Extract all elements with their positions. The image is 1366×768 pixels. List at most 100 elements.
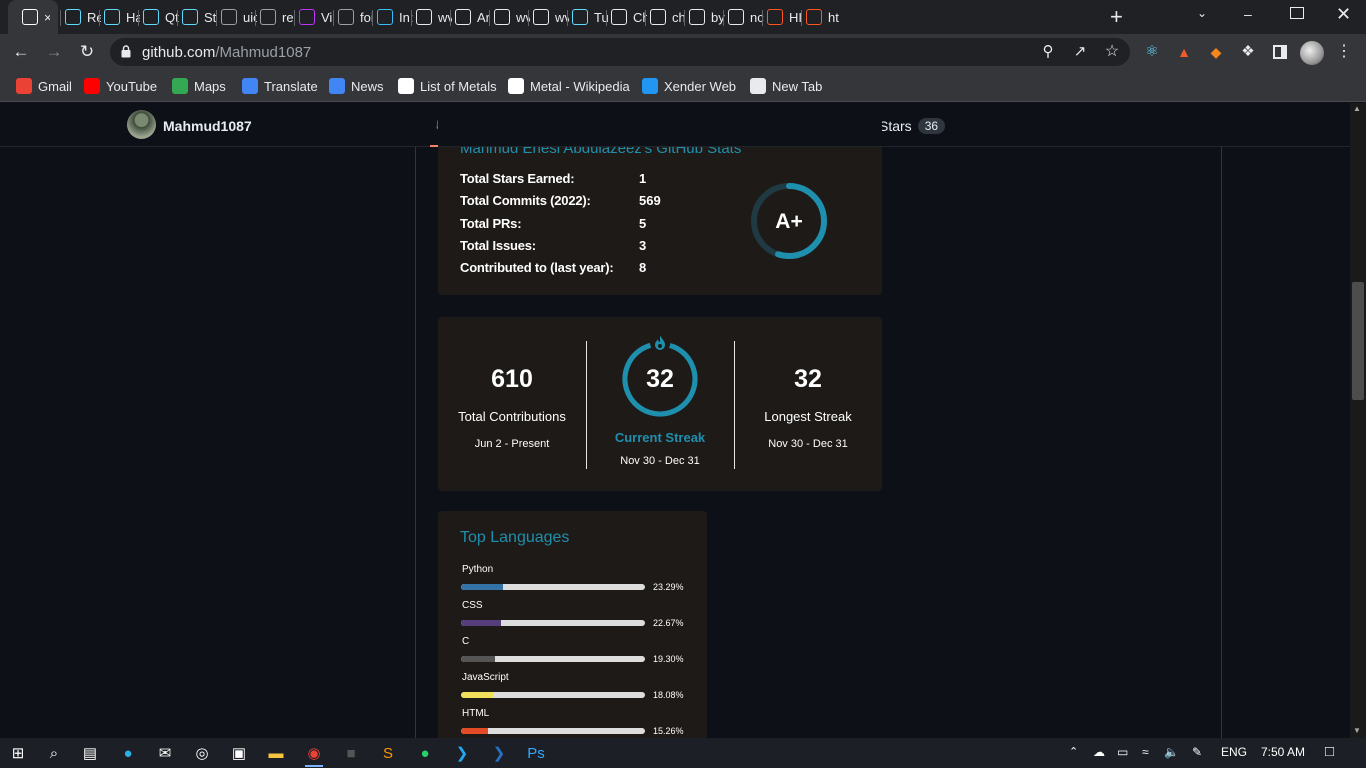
brave-extension-icon[interactable]: ▲ bbox=[1173, 42, 1195, 62]
browser-tab[interactable]: foi bbox=[338, 4, 374, 30]
share-icon[interactable]: ↗ bbox=[1069, 42, 1091, 62]
bookmark-item[interactable]: Translate bbox=[242, 77, 318, 95]
tab-search-chevron-icon[interactable]: ⌄ bbox=[1197, 6, 1213, 20]
browser-tab[interactable]: HI bbox=[767, 4, 803, 30]
file-explorer-icon[interactable]: ▬ bbox=[266, 743, 286, 763]
sublime-icon[interactable]: S bbox=[378, 743, 398, 763]
browser-tab[interactable]: Ha bbox=[104, 4, 140, 30]
browser-tab[interactable]: wv bbox=[416, 4, 452, 30]
browser-tab[interactable]: by bbox=[689, 4, 725, 30]
browser-tab[interactable]: nc bbox=[728, 4, 764, 30]
browser-tab[interactable]: × bbox=[8, 0, 58, 34]
store-icon[interactable]: ▣ bbox=[229, 743, 249, 763]
new-tab-button[interactable]: + bbox=[1110, 6, 1130, 28]
user-avatar[interactable] bbox=[127, 110, 156, 139]
longest-streak-range: Nov 30 - Dec 31 bbox=[768, 438, 848, 450]
photoshop-icon[interactable]: Ps bbox=[526, 743, 546, 763]
back-icon[interactable]: ← bbox=[10, 42, 32, 62]
bookmark-item[interactable]: New Tab bbox=[750, 77, 822, 95]
close-window-icon[interactable]: ✕ bbox=[1336, 4, 1352, 25]
bookmark-item[interactable]: List of Metals bbox=[398, 77, 497, 95]
language-indicator[interactable]: ENG bbox=[1221, 745, 1247, 759]
tab-title: × bbox=[44, 9, 50, 25]
browser-tab[interactable]: Ar bbox=[455, 4, 491, 30]
stat-label: Total Stars Earned: bbox=[460, 171, 575, 186]
restore-icon[interactable] bbox=[1290, 7, 1304, 19]
chrome-icon[interactable]: ◉ bbox=[304, 743, 324, 763]
browser-tab[interactable]: Ch bbox=[611, 4, 647, 30]
search-icon[interactable]: ⌕ bbox=[44, 743, 64, 763]
bookmark-item[interactable]: News bbox=[329, 77, 384, 95]
onedrive-icon[interactable]: ☁ bbox=[1093, 745, 1105, 759]
forward-icon[interactable]: → bbox=[43, 42, 65, 62]
profile-avatar[interactable] bbox=[1300, 41, 1324, 65]
reload-icon[interactable]: ↻ bbox=[76, 42, 98, 62]
browser-tab[interactable]: Re bbox=[65, 4, 101, 30]
side-panel-icon[interactable] bbox=[1273, 45, 1287, 59]
notifications-icon[interactable]: □ bbox=[1325, 743, 1334, 760]
atom-icon bbox=[260, 9, 276, 25]
clock-time[interactable]: 7:50 AM bbox=[1261, 745, 1305, 759]
language-name: C bbox=[462, 636, 470, 647]
bookmark-item[interactable]: Metal - Wikipedia bbox=[508, 77, 630, 95]
language-bar bbox=[461, 620, 645, 626]
scroll-up-arrow-icon[interactable]: ▲ bbox=[1353, 104, 1361, 113]
vscode-icon[interactable]: ❯ bbox=[452, 743, 472, 763]
react-devtools-extension-icon[interactable]: ⚛ bbox=[1141, 42, 1163, 62]
browser-tab[interactable]: ht bbox=[806, 4, 842, 30]
groove-icon[interactable]: ◎ bbox=[192, 743, 212, 763]
tab-separator bbox=[801, 10, 802, 26]
username[interactable]: Mahmud1087 bbox=[163, 118, 252, 134]
browser-tab[interactable]: ch bbox=[650, 4, 686, 30]
powershell-icon[interactable]: ❯ bbox=[489, 743, 509, 763]
browser-tab[interactable]: Vi bbox=[299, 4, 335, 30]
browser-tab[interactable]: wv bbox=[494, 4, 530, 30]
tray-chevron-icon[interactable]: ⌃ bbox=[1069, 745, 1078, 758]
languages-title: Top Languages bbox=[460, 529, 570, 546]
bookmark-label: News bbox=[351, 78, 384, 94]
metamask-extension-icon[interactable]: ◆ bbox=[1205, 42, 1227, 62]
volume-icon[interactable]: 🔈 bbox=[1164, 745, 1179, 759]
bookmark-item[interactable]: Xender Web bbox=[642, 77, 736, 95]
windows-start-icon[interactable]: ⊞ bbox=[8, 743, 28, 763]
scrollbar-thumb[interactable] bbox=[1352, 282, 1364, 400]
wifi-icon[interactable]: ≈ bbox=[1142, 745, 1149, 759]
tab-label: Stars bbox=[879, 118, 912, 134]
menu-kebab-icon[interactable]: ⋮ bbox=[1333, 42, 1355, 62]
page-scrollbar[interactable] bbox=[1350, 103, 1366, 739]
bookmark-item[interactable]: Maps bbox=[172, 77, 226, 95]
language-bar-fill bbox=[461, 656, 496, 662]
url-text[interactable]: github.com/Mahmud1087 bbox=[142, 44, 311, 61]
stat-label: Total Commits (2022): bbox=[460, 193, 591, 209]
browser-tab[interactable]: Tu bbox=[572, 4, 608, 30]
tab-separator bbox=[450, 10, 451, 26]
task-view-icon[interactable]: ▤ bbox=[80, 743, 100, 763]
language-name: HTML bbox=[462, 708, 490, 719]
browser-tab[interactable]: uic bbox=[221, 4, 257, 30]
globe-icon bbox=[750, 78, 766, 94]
battery-icon[interactable]: ▭ bbox=[1117, 745, 1128, 759]
tab-separator bbox=[411, 10, 412, 26]
mail-icon[interactable]: ✉ bbox=[155, 743, 175, 763]
browser-tab[interactable]: wv bbox=[533, 4, 569, 30]
browser-tab[interactable]: re bbox=[260, 4, 296, 30]
language-bar bbox=[461, 656, 645, 662]
browser-tab[interactable]: In: bbox=[377, 4, 413, 30]
browser-tab[interactable]: St bbox=[182, 4, 218, 30]
current-streak-label: Current Streak bbox=[614, 430, 706, 445]
browser-tab[interactable]: Qt bbox=[143, 4, 179, 30]
edge-icon[interactable]: ● bbox=[118, 743, 138, 763]
whatsapp-icon[interactable]: ● bbox=[415, 743, 435, 763]
tab-separator bbox=[528, 10, 529, 26]
pen-icon[interactable]: ✎ bbox=[1192, 745, 1202, 759]
minimize-icon[interactable]: – bbox=[1244, 6, 1258, 22]
app-icon[interactable]: ■ bbox=[341, 743, 361, 763]
bookmark-star-icon[interactable]: ☆ bbox=[1101, 42, 1123, 62]
lock-icon[interactable] bbox=[121, 45, 131, 58]
content-left-border bbox=[415, 147, 416, 739]
scroll-down-arrow-icon[interactable]: ▼ bbox=[1353, 726, 1361, 735]
bookmark-item[interactable]: Gmail bbox=[16, 77, 72, 95]
zoom-icon[interactable]: ⚲ bbox=[1037, 42, 1059, 62]
bookmark-item[interactable]: YouTube bbox=[84, 77, 157, 95]
extensions-puzzle-icon[interactable]: ❖ bbox=[1237, 42, 1259, 62]
